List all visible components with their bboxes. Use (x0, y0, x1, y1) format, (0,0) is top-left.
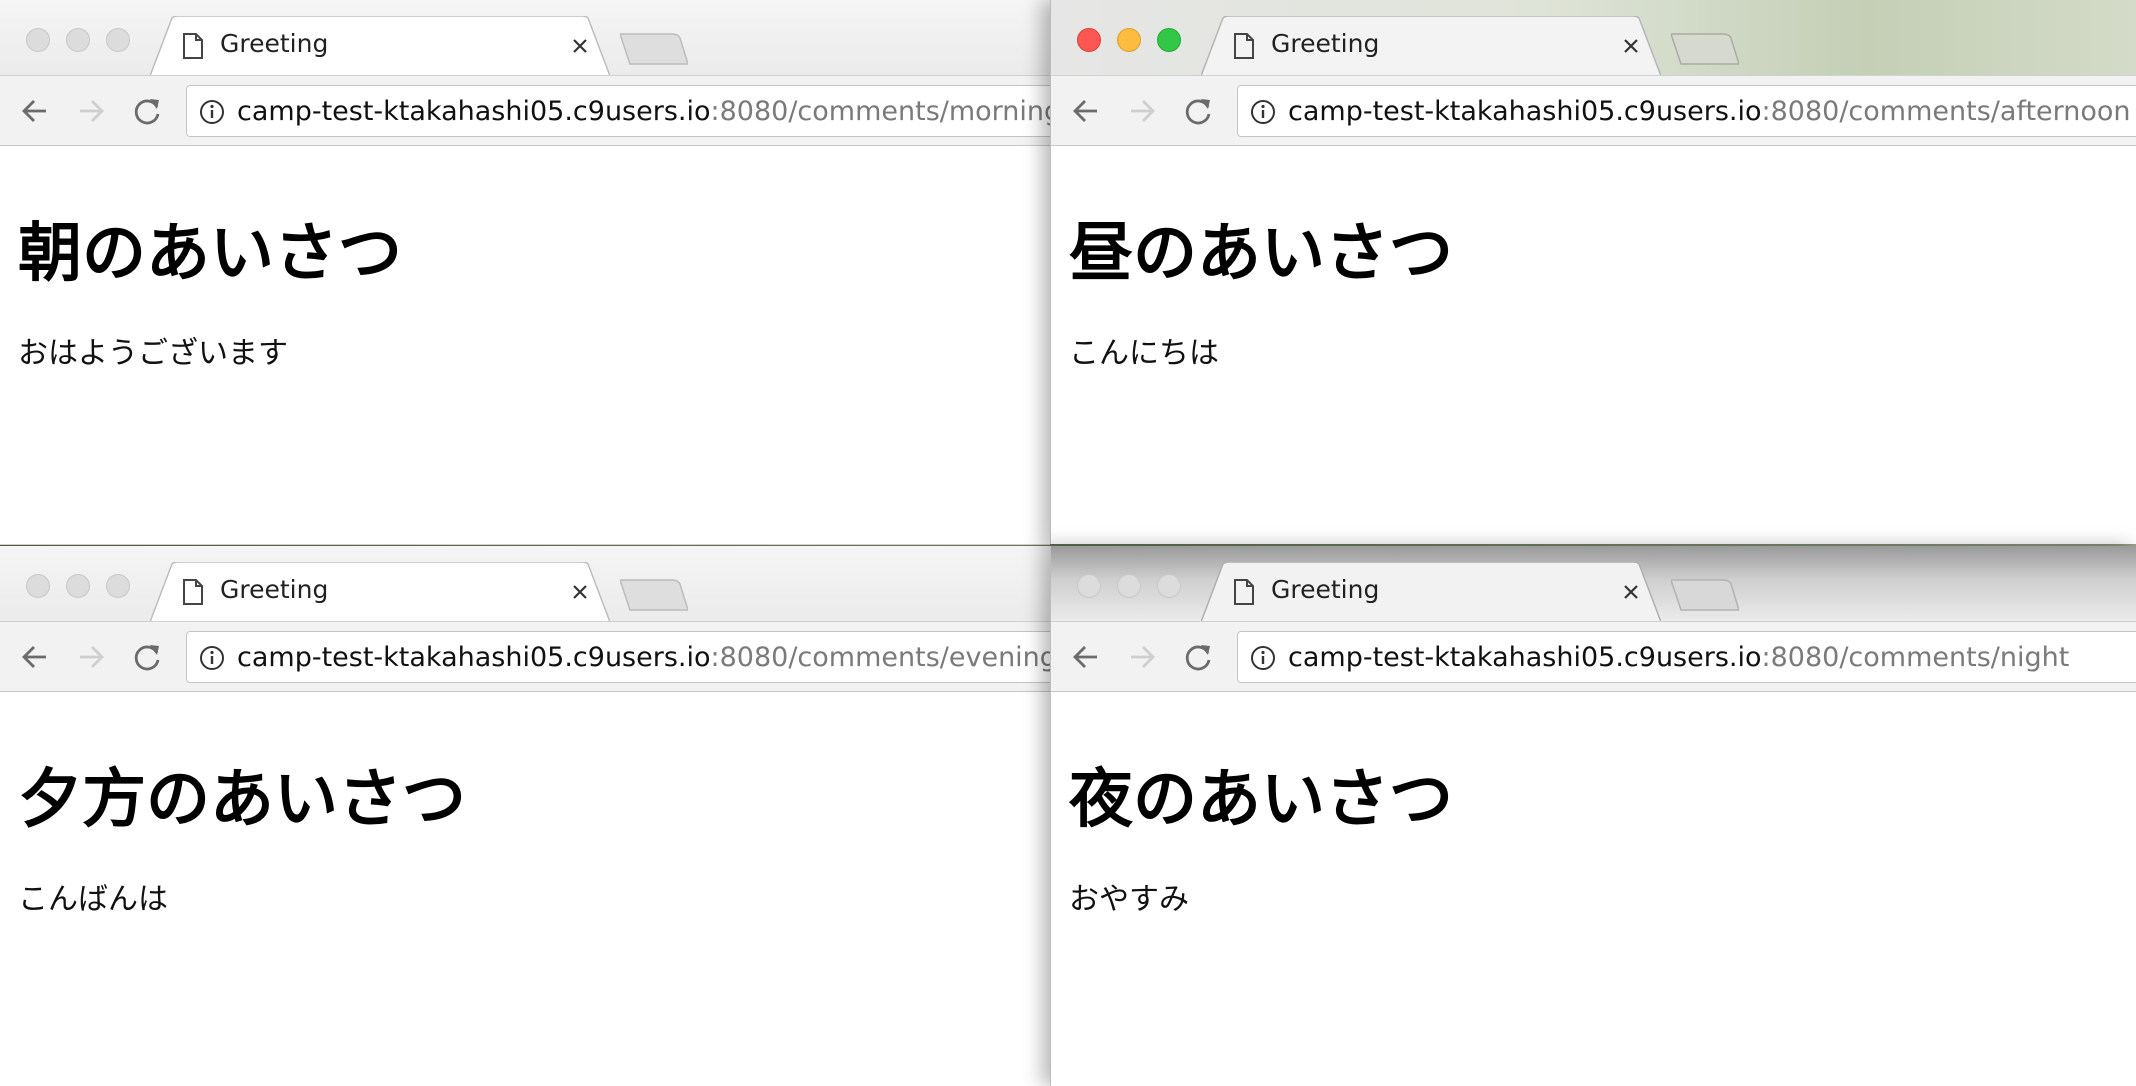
url-path: :8080/comments/morning (710, 96, 1050, 127)
info-icon[interactable] (1250, 99, 1276, 125)
url-path: :8080/comments/evening (710, 642, 1050, 673)
info-icon[interactable] (1250, 645, 1276, 671)
zoom-window-button[interactable] (106, 574, 130, 598)
greeting-message: おはようございます (18, 336, 288, 371)
close-icon[interactable] (1621, 582, 1641, 602)
tab-shape (150, 562, 610, 622)
minimize-window-button[interactable] (66, 28, 90, 52)
url-host: camp-test-ktakahashi05.c9users.io (1288, 96, 1762, 127)
tab-title: Greeting (220, 575, 329, 604)
minimize-window-button[interactable] (1117, 28, 1141, 52)
address-bar[interactable]: camp-test-ktakahashi05.c9users.io:8080/c… (186, 85, 1050, 137)
url-path: :8080/comments/afternoon (1761, 96, 2131, 127)
url-text: camp-test-ktakahashi05.c9users.io:8080/c… (237, 642, 1050, 673)
reload-icon[interactable] (130, 94, 164, 128)
minimize-window-button[interactable] (1117, 574, 1141, 598)
tab-greeting[interactable]: Greeting (150, 16, 610, 76)
zoom-window-button[interactable] (1157, 574, 1181, 598)
tab-title: Greeting (1271, 29, 1380, 58)
browser-window-morning: Greeting camp-test-ktakahashi05.c9users.… (0, 0, 1050, 545)
url-path: :8080/comments/night (1761, 642, 2070, 673)
arrow-right-icon[interactable] (74, 94, 108, 128)
close-icon[interactable] (570, 582, 590, 602)
url-text: camp-test-ktakahashi05.c9users.io:8080/c… (1288, 96, 2131, 127)
tab-strip: Greeting (1051, 546, 2136, 622)
page-icon (1234, 33, 1254, 59)
new-tab-button[interactable] (620, 32, 688, 66)
tab-title: Greeting (220, 29, 329, 58)
tab-greeting[interactable]: Greeting (150, 562, 610, 622)
arrow-right-icon[interactable] (1125, 94, 1159, 128)
arrow-left-icon[interactable] (1069, 94, 1103, 128)
close-window-button[interactable] (1077, 28, 1101, 52)
greeting-message: こんばんは (18, 882, 168, 917)
page-heading: 昼のあいさつ (1069, 217, 1453, 291)
page-icon (183, 579, 203, 605)
tab-shape (1201, 16, 1661, 76)
greeting-message: こんにちは (1069, 336, 1219, 371)
address-bar[interactable]: camp-test-ktakahashi05.c9users.io:8080/c… (186, 631, 1050, 683)
url-host: camp-test-ktakahashi05.c9users.io (237, 96, 711, 127)
tab-strip: Greeting (1051, 0, 2136, 76)
arrow-right-icon[interactable] (1125, 640, 1159, 674)
url-text: camp-test-ktakahashi05.c9users.io:8080/c… (1288, 642, 2069, 673)
arrow-left-icon[interactable] (18, 640, 52, 674)
close-window-button[interactable] (1077, 574, 1101, 598)
browser-toolbar: camp-test-ktakahashi05.c9users.io:8080/c… (1051, 621, 2136, 692)
reload-icon[interactable] (1181, 640, 1215, 674)
page-icon (183, 33, 203, 59)
address-bar[interactable]: camp-test-ktakahashi05.c9users.io:8080/c… (1237, 85, 2136, 137)
page-heading: 夕方のあいさつ (18, 763, 466, 837)
tab-strip: Greeting (0, 0, 1050, 76)
new-tab-button[interactable] (1671, 578, 1739, 612)
new-tab-button[interactable] (1671, 32, 1739, 66)
tab-shape (150, 16, 610, 76)
info-icon[interactable] (199, 645, 225, 671)
tab-greeting[interactable]: Greeting (1201, 562, 1661, 622)
close-icon[interactable] (1621, 36, 1641, 56)
close-icon[interactable] (570, 36, 590, 56)
window-controls (1077, 574, 1181, 598)
arrow-left-icon[interactable] (18, 94, 52, 128)
tab-title: Greeting (1271, 575, 1380, 604)
reload-icon[interactable] (1181, 94, 1215, 128)
browser-window-afternoon: Greeting camp-test-ktakahashi05.c9users.… (1050, 0, 2136, 544)
new-tab-button[interactable] (620, 578, 688, 612)
window-controls (26, 574, 130, 598)
minimize-window-button[interactable] (66, 574, 90, 598)
tab-shape (1201, 562, 1661, 622)
window-controls (26, 28, 130, 52)
reload-icon[interactable] (130, 640, 164, 674)
url-host: camp-test-ktakahashi05.c9users.io (237, 642, 711, 673)
page-heading: 夜のあいさつ (1069, 763, 1453, 837)
url-host: camp-test-ktakahashi05.c9users.io (1288, 642, 1762, 673)
browser-toolbar: camp-test-ktakahashi05.c9users.io:8080/c… (0, 75, 1050, 146)
close-window-button[interactable] (26, 574, 50, 598)
zoom-window-button[interactable] (106, 28, 130, 52)
page-icon (1234, 579, 1254, 605)
tab-greeting[interactable]: Greeting (1201, 16, 1661, 76)
close-window-button[interactable] (26, 28, 50, 52)
browser-window-evening: Greeting camp-test-ktakahashi05.c9users.… (0, 546, 1050, 1086)
arrow-left-icon[interactable] (1069, 640, 1103, 674)
browser-window-night: Greeting camp-test-ktakahashi05.c9users.… (1050, 546, 2136, 1086)
address-bar[interactable]: camp-test-ktakahashi05.c9users.io:8080/c… (1237, 631, 2136, 683)
url-text: camp-test-ktakahashi05.c9users.io:8080/c… (237, 96, 1050, 127)
zoom-window-button[interactable] (1157, 28, 1181, 52)
arrow-right-icon[interactable] (74, 640, 108, 674)
tab-strip: Greeting (0, 546, 1050, 622)
info-icon[interactable] (199, 99, 225, 125)
browser-toolbar: camp-test-ktakahashi05.c9users.io:8080/c… (1051, 75, 2136, 146)
page-heading: 朝のあいさつ (18, 217, 402, 291)
greeting-message: おやすみ (1069, 882, 1189, 917)
browser-toolbar: camp-test-ktakahashi05.c9users.io:8080/c… (0, 621, 1050, 692)
window-controls (1077, 28, 1181, 52)
